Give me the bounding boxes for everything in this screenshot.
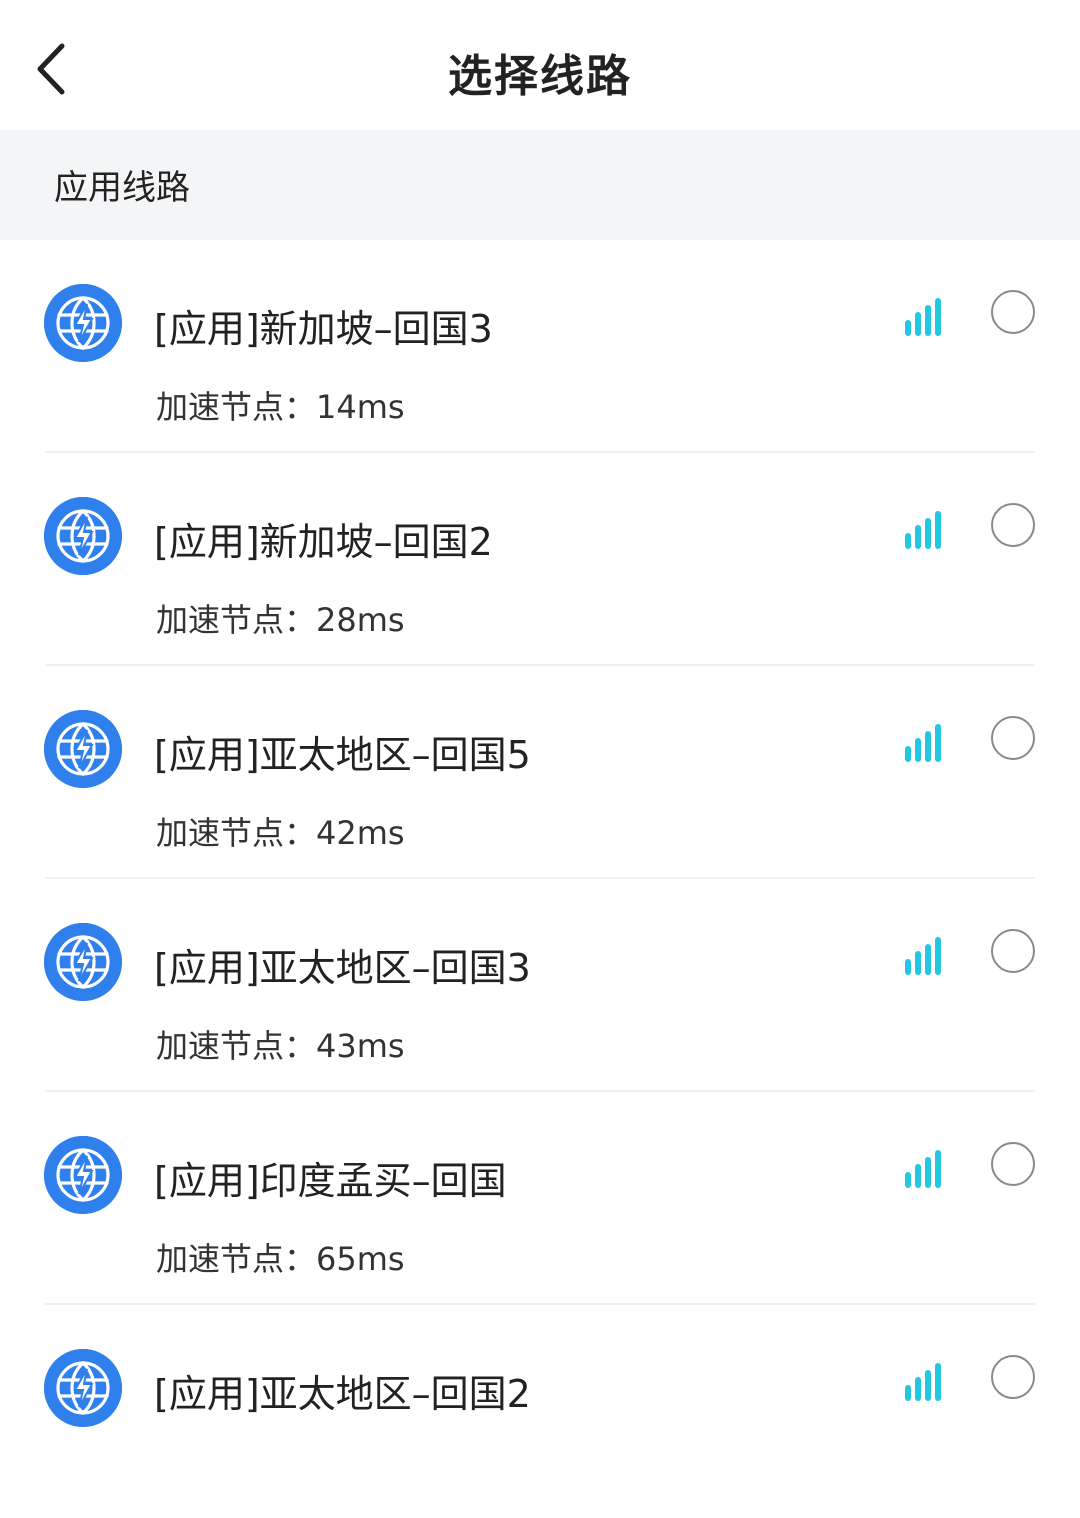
globe-lightning-icon [44, 923, 122, 1001]
route-latency: 加速节点：42ms [156, 808, 405, 854]
route-radio-button[interactable] [991, 1142, 1035, 1186]
route-radio-button[interactable] [991, 716, 1035, 760]
latency-label: 加速节点： [156, 388, 317, 426]
section-header: 应用线路 [0, 130, 1080, 240]
latency-value: 14ms [316, 388, 405, 426]
latency-label: 加速节点： [156, 1240, 317, 1278]
signal-strength-icon [904, 1359, 950, 1401]
globe-lightning-icon [44, 710, 122, 788]
section-title: 应用线路 [54, 168, 190, 208]
route-latency: 加速节点：43ms [156, 1021, 405, 1067]
route-radio-button[interactable] [991, 503, 1035, 547]
latency-value: 28ms [316, 601, 405, 639]
route-name: [应用]新加坡–回国2 [154, 520, 493, 564]
route-row[interactable]: [应用]新加坡–回国2 加速节点：28ms [0, 453, 1080, 666]
latency-value: 43ms [316, 1027, 405, 1065]
latency-label: 加速节点： [156, 601, 317, 639]
signal-strength-icon [904, 1146, 950, 1188]
globe-lightning-icon [44, 284, 122, 362]
route-row[interactable]: [应用]新加坡–回国3 加速节点：14ms [0, 240, 1080, 453]
route-name: [应用]印度孟买–回国 [154, 1159, 507, 1203]
latency-value: 42ms [316, 814, 405, 852]
signal-strength-icon [904, 720, 950, 762]
route-name: [应用]亚太地区–回国2 [154, 1372, 531, 1416]
globe-lightning-icon [44, 1136, 122, 1214]
route-row[interactable]: [应用]亚太地区–回国3 加速节点：43ms [0, 879, 1080, 1092]
globe-lightning-icon [44, 497, 122, 575]
route-list: [应用]新加坡–回国3 加速节点：14ms [应用]新加坡–回国2 加速节点：2… [0, 240, 1080, 1518]
route-radio-button[interactable] [991, 290, 1035, 334]
route-latency: 加速节点：65ms [156, 1234, 405, 1280]
signal-strength-icon [904, 294, 950, 336]
route-row[interactable]: [应用]印度孟买–回国 加速节点：65ms [0, 1092, 1080, 1305]
top-bar: 选择线路 [0, 0, 1080, 130]
route-row[interactable]: [应用]亚太地区–回国5 加速节点：42ms [0, 666, 1080, 879]
latency-value: 65ms [316, 1240, 405, 1278]
route-row[interactable]: [应用]亚太地区–回国2 [0, 1305, 1080, 1518]
route-latency: 加速节点：14ms [156, 382, 405, 428]
route-name: [应用]亚太地区–回国5 [154, 733, 531, 777]
route-radio-button[interactable] [991, 929, 1035, 973]
signal-strength-icon [904, 933, 950, 975]
globe-lightning-icon [44, 1349, 122, 1427]
signal-strength-icon [904, 507, 950, 549]
route-radio-button[interactable] [991, 1355, 1035, 1399]
latency-label: 加速节点： [156, 1027, 317, 1065]
route-name: [应用]亚太地区–回国3 [154, 946, 531, 990]
route-name: [应用]新加坡–回国3 [154, 307, 493, 351]
route-latency: 加速节点：28ms [156, 595, 405, 641]
page-title: 选择线路 [448, 51, 632, 102]
latency-label: 加速节点： [156, 814, 317, 852]
